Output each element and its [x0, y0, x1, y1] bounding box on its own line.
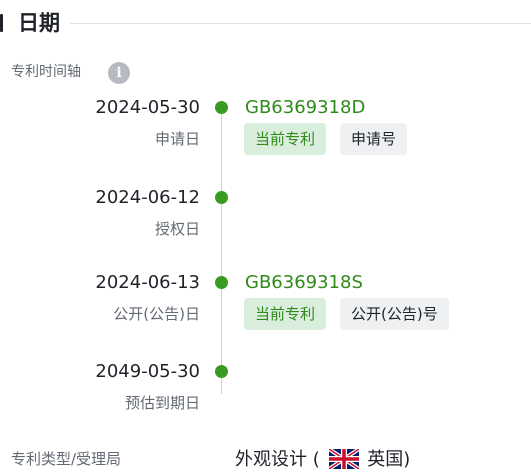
current-patent-tag: 当前专利: [244, 123, 327, 155]
timeline-dot: [215, 191, 228, 204]
section-header: 日期: [0, 4, 531, 40]
uk-flag-icon: [327, 447, 360, 475]
event-caption: 授权日: [154, 220, 200, 238]
patent-dates-panel: 日期 专利时间轴 i 2024-05-30 申请日 GB6369318D 当前专…: [0, 0, 531, 475]
section-title: 日期: [18, 11, 60, 35]
timeline-label: 专利时间轴: [11, 64, 81, 80]
open-paren: (: [312, 449, 320, 470]
patent-type-label: 专利类型/受理局: [11, 450, 122, 468]
patent-type-text: 外观设计: [235, 449, 307, 470]
timeline-dot: [215, 365, 228, 378]
application-number-tag: 申请号: [340, 123, 408, 155]
event-date: 2024-05-30: [95, 97, 200, 118]
event-caption: 申请日: [154, 130, 200, 148]
publication-number-tag: 公开(公告)号: [340, 298, 449, 330]
event-date: 2024-06-12: [95, 187, 200, 208]
info-icon[interactable]: i: [108, 62, 130, 84]
close-paren: ): [403, 449, 411, 470]
event-date: 2024-06-13: [95, 272, 200, 293]
country-text: 英国: [367, 449, 404, 470]
event-caption: 预估到期日: [124, 394, 200, 412]
timeline-dot: [215, 276, 228, 289]
timeline-line: [221, 108, 222, 394]
publication-number-link[interactable]: GB6369318S: [245, 272, 363, 294]
section-accent-bar: [0, 14, 3, 32]
current-patent-tag: 当前专利: [244, 298, 327, 330]
timeline-dot: [215, 101, 228, 114]
application-number-link[interactable]: GB6369318D: [245, 97, 365, 119]
event-caption: 公开(公告)日: [113, 305, 200, 323]
section-divider: [70, 23, 531, 24]
patent-type-value: 外观设计 ( 英国): [235, 447, 411, 475]
event-date: 2049-05-30: [95, 361, 200, 382]
